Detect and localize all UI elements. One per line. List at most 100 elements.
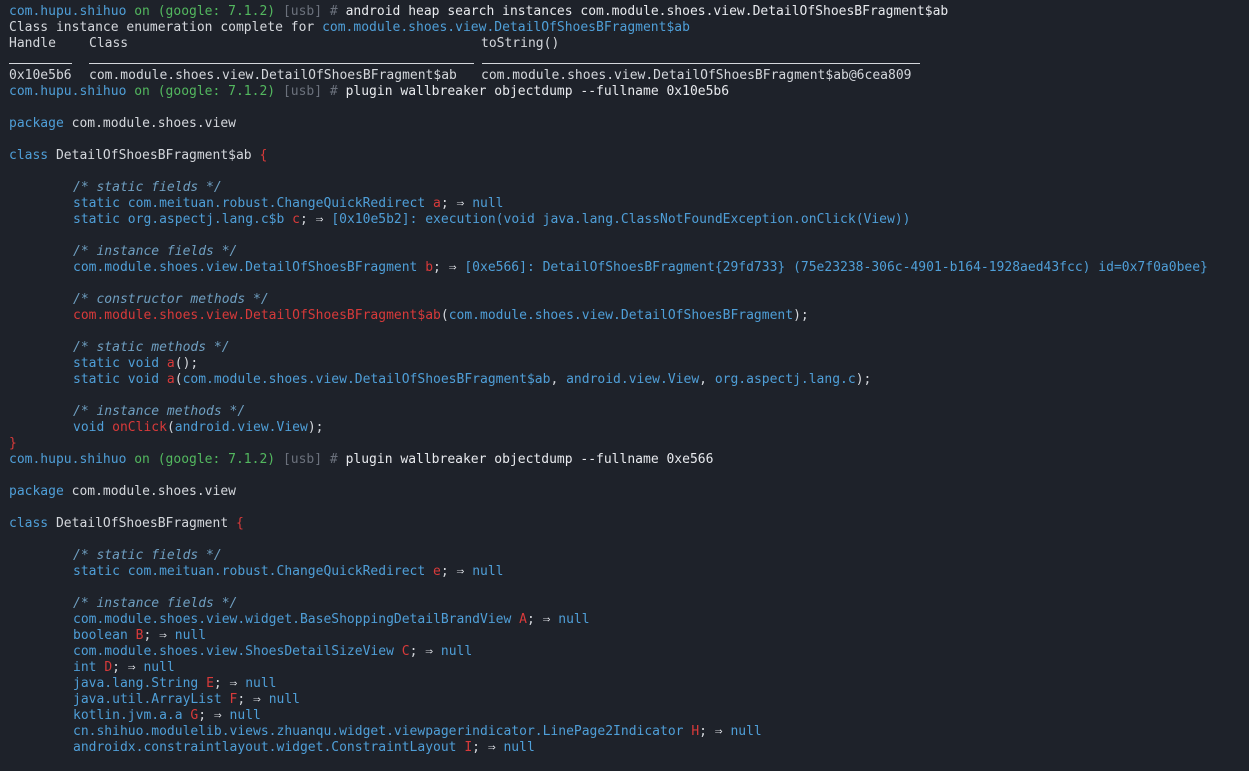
field-name: b <box>425 260 434 275</box>
field-value: [0x10e5b2]: execution(void java.lang.Cla… <box>331 212 911 227</box>
field-value: null <box>268 692 300 707</box>
col-header-class: Class <box>89 36 129 51</box>
field-value: null <box>143 660 175 675</box>
field-name: a <box>433 196 441 211</box>
constructor-arg: com.module.shoes.view.DetailOfShoesBFrag… <box>448 308 794 323</box>
cell-handle[interactable]: 0x10e5b6 <box>9 68 72 84</box>
prompt-transport: [usb] <box>282 84 323 99</box>
prompt-on: on <box>134 452 150 467</box>
prompt-line: com.hupu.shihuo on (google: 7.1.2) [usb]… <box>9 452 1249 468</box>
field-value: null <box>174 628 207 643</box>
class-name: DetailOfShoesBFragment$ab <box>55 148 252 163</box>
output-line: Class instance enumeration complete for … <box>9 20 1249 36</box>
package-line: package com.module.shoes.view <box>9 484 1249 500</box>
method-name: a <box>166 356 175 371</box>
prompt-hash: # <box>329 84 338 99</box>
arrow: ⇒ <box>448 260 457 275</box>
prompt-transport: [usb] <box>282 4 323 19</box>
arrow: ⇒ <box>229 676 238 691</box>
field-name: D <box>104 660 113 675</box>
field-name: F <box>229 692 238 707</box>
arrow: ⇒ <box>425 644 434 659</box>
prompt-device: (google: 7.1.2) <box>157 84 276 99</box>
prompt-on: on <box>134 4 150 19</box>
field-name: H <box>691 724 700 739</box>
comment-instance-fields: /* instance fields */ <box>73 244 238 259</box>
arrow: ⇒ <box>456 564 465 579</box>
arrow: ⇒ <box>253 692 261 707</box>
method-name: onClick <box>112 420 167 435</box>
arrow: ⇒ <box>456 196 465 211</box>
field-name: I <box>464 740 473 755</box>
field-line: static com.meituan.robust.ChangeQuickRed… <box>73 196 504 211</box>
field-value: null <box>558 612 590 627</box>
brace-open: { <box>259 148 268 163</box>
brace-close: } <box>9 436 17 451</box>
prompt-line: com.hupu.shihuo on (google: 7.1.2) [usb]… <box>9 84 1249 100</box>
field-name: B <box>135 628 144 643</box>
header-divider <box>9 63 72 64</box>
static-keyword: static <box>73 212 120 227</box>
method-keyword: void <box>73 420 105 435</box>
method-arg: org.aspectj.lang.c <box>714 372 856 387</box>
field-line: cn.shihuo.modulelib.views.zhuanqu.widget… <box>73 724 762 739</box>
method-keyword: static void <box>73 372 160 387</box>
field-type: androidx.constraintlayout.widget.Constra… <box>73 740 457 755</box>
class-name: DetailOfShoesBFragment <box>55 516 229 531</box>
constructor-line: com.module.shoes.view.DetailOfShoesBFrag… <box>73 308 809 323</box>
field-name: G <box>190 708 199 723</box>
field-name: A <box>519 612 527 627</box>
prompt-hash: # <box>329 452 338 467</box>
class-decl-line: class DetailOfShoesBFragment$ab { <box>9 148 1249 164</box>
field-line: static com.meituan.robust.ChangeQuickRed… <box>73 564 504 579</box>
instance-fields-list: com.module.shoes.view.widget.BaseShoppin… <box>9 612 1249 756</box>
prompt-device: (google: 7.1.2) <box>157 4 276 19</box>
comment-static-fields: /* static fields */ <box>73 180 222 195</box>
header-divider <box>89 63 474 64</box>
prompt-hash: # <box>329 4 338 19</box>
field-value: null <box>229 708 261 723</box>
prompt-transport: [usb] <box>282 452 323 467</box>
arrow: ⇒ <box>127 660 136 675</box>
prompt-on: on <box>134 84 150 99</box>
comment-instance-methods: /* instance methods */ <box>73 404 246 419</box>
field-type: java.lang.String <box>73 676 199 691</box>
method-arg: android.view.View <box>566 372 700 387</box>
comment-static-fields: /* static fields */ <box>73 548 222 563</box>
prompt-device: (google: 7.1.2) <box>157 452 276 467</box>
field-value: null <box>440 644 473 659</box>
field-type: com.meituan.robust.ChangeQuickRedirect <box>127 564 426 579</box>
field-line: int D; ⇒ null <box>73 660 175 675</box>
comment-instance-fields: /* instance fields */ <box>73 596 238 611</box>
field-value: [0xe566]: DetailOfShoesBFragment{29fd733… <box>464 260 1208 275</box>
field-type: int <box>73 660 97 675</box>
col-header-handle: Handle <box>9 36 56 51</box>
method-line: static void a(); <box>73 356 199 371</box>
arrow: ⇒ <box>487 740 496 755</box>
brace-open: { <box>235 516 244 531</box>
cell-tostring: com.module.shoes.view.DetailOfShoesBFrag… <box>481 68 912 83</box>
command-text: android heap search instances com.module… <box>345 4 949 19</box>
field-type: java.util.ArrayList <box>73 692 222 707</box>
field-name: C <box>401 644 410 659</box>
instances-table: Handle Class toString() 0x10e5b6 com.mod… <box>9 36 1249 84</box>
arrow: ⇒ <box>213 708 222 723</box>
field-line: java.lang.String E; ⇒ null <box>73 676 277 691</box>
field-type: org.aspectj.lang.c$b <box>127 212 285 227</box>
field-line: kotlin.jvm.a.a G; ⇒ null <box>73 708 261 723</box>
package-keyword: package <box>9 116 64 131</box>
terminal-window[interactable]: com.hupu.shihuo on (google: 7.1.2) [usb]… <box>0 0 1249 771</box>
enum-complete-text: Class instance enumeration complete for <box>9 20 323 35</box>
field-type: com.module.shoes.view.ShoesDetailSizeVie… <box>73 644 394 659</box>
package-name: com.module.shoes.view <box>71 484 236 499</box>
